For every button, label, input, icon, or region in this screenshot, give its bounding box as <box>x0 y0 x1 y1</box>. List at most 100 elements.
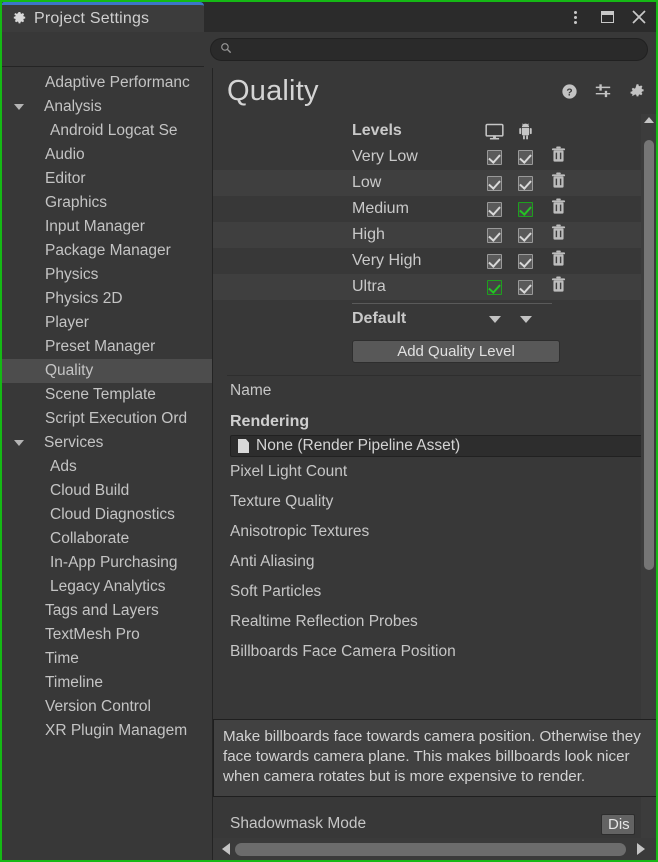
quality-level-row[interactable]: Very High <box>213 248 656 274</box>
sidebar-item-quality[interactable]: Quality <box>2 359 212 383</box>
sidebar-item-timeline[interactable]: Timeline <box>2 671 212 695</box>
search-input[interactable] <box>238 43 647 57</box>
sidebar-item-player[interactable]: Player <box>2 311 212 335</box>
sidebar-item-preset-manager[interactable]: Preset Manager <box>2 335 212 359</box>
preset-icon[interactable] <box>594 82 612 100</box>
trash-icon[interactable] <box>551 250 566 272</box>
desktop-checkbox-cell <box>479 228 510 243</box>
default-label: Default <box>352 310 479 328</box>
desktop-checkbox[interactable] <box>487 280 502 295</box>
sidebar-item-version-control[interactable]: Version Control <box>2 695 212 719</box>
property-label: Anisotropic Textures <box>230 523 369 541</box>
sidebar-item-input-manager[interactable]: Input Manager <box>2 215 212 239</box>
default-desktop-dropdown[interactable] <box>479 316 510 323</box>
sidebar-item-label: Audio <box>27 146 85 164</box>
sidebar-item-collaborate[interactable]: Collaborate <box>2 527 212 551</box>
sidebar-item-audio[interactable]: Audio <box>2 143 212 167</box>
sidebar-item-textmesh-pro[interactable]: TextMesh Pro <box>2 623 212 647</box>
sidebar-item-time[interactable]: Time <box>2 647 212 671</box>
tab-label: Project Settings <box>34 10 149 28</box>
vertical-scrollbar-thumb[interactable] <box>644 140 654 570</box>
quality-level-row[interactable]: Low <box>213 170 656 196</box>
android-checkbox[interactable] <box>518 176 533 191</box>
sidebar-item-physics-2d[interactable]: Physics 2D <box>2 287 212 311</box>
sidebar-item-label: Tags and Layers <box>27 602 159 620</box>
android-checkbox[interactable] <box>518 202 533 217</box>
desktop-checkbox[interactable] <box>487 228 502 243</box>
trash-icon[interactable] <box>551 172 566 194</box>
quality-level-label: Ultra <box>352 278 479 296</box>
android-checkbox[interactable] <box>518 280 533 295</box>
sidebar-item-ads[interactable]: Ads <box>2 455 212 479</box>
sidebar-item-script-execution-ord[interactable]: Script Execution Ord <box>2 407 212 431</box>
sidebar-item-label: Script Execution Ord <box>27 410 187 428</box>
default-android-dropdown[interactable] <box>510 316 541 323</box>
sidebar-item-services[interactable]: Services <box>2 431 212 455</box>
add-quality-level-button[interactable]: Add Quality Level <box>352 340 560 363</box>
kebab-menu-icon[interactable] <box>566 8 584 26</box>
scroll-right-arrow-icon[interactable] <box>637 843 645 855</box>
desktop-checkbox[interactable] <box>487 202 502 217</box>
horizontal-scrollbar-thumb[interactable] <box>235 843 626 856</box>
delete-level-cell <box>541 276 575 298</box>
property-label: Billboards Face Camera Position <box>230 643 456 661</box>
render-pipeline-asset-field[interactable]: None (Render Pipeline Asset) <box>230 435 656 457</box>
desktop-checkbox[interactable] <box>487 176 502 191</box>
sidebar-item-graphics[interactable]: Graphics <box>2 191 212 215</box>
quality-level-row[interactable]: Very Low <box>213 144 656 170</box>
gear-icon[interactable] <box>628 82 646 100</box>
render-pipeline-asset-value: None (Render Pipeline Asset) <box>256 437 460 455</box>
sidebar-item-cloud-build[interactable]: Cloud Build <box>2 479 212 503</box>
sidebar-item-scene-template[interactable]: Scene Template <box>2 383 212 407</box>
panel-header: Quality ? <box>213 68 656 114</box>
sidebar-item-android-logcat-se[interactable]: Android Logcat Se <box>2 119 212 143</box>
trash-icon[interactable] <box>551 224 566 246</box>
trash-icon[interactable] <box>551 276 566 298</box>
trash-icon[interactable] <box>551 198 566 220</box>
desktop-checkbox[interactable] <box>487 150 502 165</box>
sidebar-item-label: Player <box>27 314 89 332</box>
help-icon[interactable]: ? <box>560 82 578 100</box>
sidebar-item-package-manager[interactable]: Package Manager <box>2 239 212 263</box>
settings-content: Levels <box>213 114 656 667</box>
delete-level-cell <box>541 224 575 246</box>
scroll-left-arrow-icon[interactable] <box>222 843 230 855</box>
search-box[interactable] <box>210 38 648 61</box>
quality-level-label: Medium <box>352 200 479 218</box>
android-checkbox[interactable] <box>518 254 533 269</box>
quality-level-row[interactable]: Medium <box>213 196 656 222</box>
horizontal-scrollbar[interactable] <box>213 838 656 860</box>
tooltip-text: Make billboards face towards camera posi… <box>223 728 641 785</box>
expand-arrow-icon[interactable] <box>14 104 24 110</box>
sidebar-item-xr-plugin-managem[interactable]: XR Plugin Managem <box>2 719 212 743</box>
property-label: Soft Particles <box>230 583 321 601</box>
sidebar-item-label: TextMesh Pro <box>27 626 140 644</box>
sidebar-item-analysis[interactable]: Analysis <box>2 95 212 119</box>
shadowmask-mode-value[interactable]: Dis <box>601 814 635 835</box>
desktop-checkbox-cell <box>479 176 510 191</box>
sidebar-item-adaptive-performanc[interactable]: Adaptive Performanc <box>2 71 212 95</box>
sidebar-item-in-app-purchasing[interactable]: In-App Purchasing <box>2 551 212 575</box>
quality-level-row[interactable]: High <box>213 222 656 248</box>
settings-sidebar[interactable]: Adaptive PerformancAnalysis Android Logca… <box>2 68 213 860</box>
sidebar-item-cloud-diagnostics[interactable]: Cloud Diagnostics <box>2 503 212 527</box>
sidebar-item-editor[interactable]: Editor <box>2 167 212 191</box>
sidebar-item-label: Android Logcat Se <box>50 122 178 140</box>
sidebar-item-physics[interactable]: Physics <box>2 263 212 287</box>
sidebar-item-tags-and-layers[interactable]: Tags and Layers <box>2 599 212 623</box>
expand-arrow-icon[interactable] <box>14 440 24 446</box>
android-checkbox-cell <box>510 202 541 217</box>
quality-level-row[interactable]: Ultra <box>213 274 656 300</box>
maximize-icon[interactable] <box>598 8 616 26</box>
trash-icon[interactable] <box>551 146 566 168</box>
desktop-checkbox[interactable] <box>487 254 502 269</box>
scroll-up-arrow-icon[interactable] <box>644 117 654 123</box>
close-icon[interactable] <box>630 8 648 26</box>
android-icon <box>510 122 541 140</box>
sidebar-item-label: Cloud Build <box>50 482 129 500</box>
tab-project-settings[interactable]: Project Settings <box>2 2 204 32</box>
android-checkbox[interactable] <box>518 228 533 243</box>
android-checkbox[interactable] <box>518 150 533 165</box>
sidebar-item-legacy-analytics[interactable]: Legacy Analytics <box>2 575 212 599</box>
property-label: Texture Quality <box>230 493 333 511</box>
